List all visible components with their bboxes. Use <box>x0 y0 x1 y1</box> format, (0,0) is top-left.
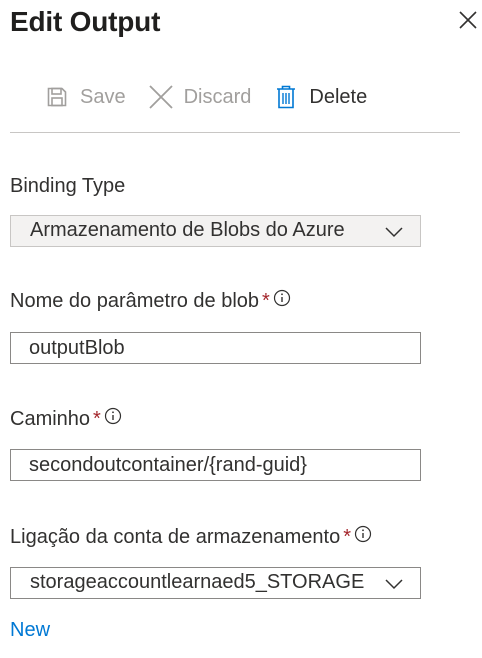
panel-title: Edit Output <box>10 6 161 37</box>
info-icon[interactable] <box>354 525 372 543</box>
command-bar: Save Discard Delete <box>44 80 389 114</box>
path-label-text: Caminho <box>10 408 91 430</box>
blob-parameter-label: Nome do parâmetro de blob * <box>10 289 291 313</box>
path-input[interactable] <box>29 450 409 480</box>
path-label: Caminho * <box>10 407 122 431</box>
save-icon <box>44 84 70 110</box>
trash-icon <box>273 84 299 110</box>
toolbar-divider <box>10 132 460 133</box>
blob-parameter-input-box[interactable] <box>10 332 421 364</box>
binding-type-label: Binding Type <box>10 175 125 198</box>
save-button[interactable]: Save <box>44 80 126 114</box>
discard-icon <box>148 84 174 110</box>
binding-type-dropdown[interactable]: Armazenamento de Blobs do Azure <box>10 215 421 247</box>
discard-label: Discard <box>183 85 252 108</box>
edit-output-panel: Edit Output Save Discard Delete Binding … <box>0 0 482 658</box>
storage-connection-label-text: Ligação da conta de armazenamento <box>10 526 341 548</box>
required-asterisk: * <box>262 290 270 312</box>
close-button[interactable] <box>456 8 480 32</box>
binding-type-label-text: Binding Type <box>10 175 126 197</box>
binding-type-value: Armazenamento de Blobs do Azure <box>30 219 345 241</box>
storage-connection-dropdown[interactable]: storageaccountlearnaed5_STORAGE <box>10 567 421 599</box>
close-icon <box>459 11 477 29</box>
chevron-down-icon <box>385 227 403 238</box>
info-icon[interactable] <box>273 289 291 307</box>
info-icon[interactable] <box>104 407 122 425</box>
storage-connection-value: storageaccountlearnaed5_STORAGE <box>30 571 365 593</box>
blob-parameter-label-text: Nome do parâmetro de blob <box>10 290 260 312</box>
save-label: Save <box>80 85 126 108</box>
path-input-box[interactable] <box>10 449 421 481</box>
new-connection-link[interactable]: New <box>10 619 50 642</box>
storage-connection-label: Ligação da conta de armazenamento * <box>10 525 372 549</box>
discard-button[interactable]: Discard <box>148 80 252 114</box>
blob-parameter-input[interactable] <box>29 333 409 363</box>
delete-label: Delete <box>309 85 368 108</box>
chevron-down-icon <box>385 579 403 590</box>
delete-button[interactable]: Delete <box>273 80 367 114</box>
required-asterisk: * <box>93 408 101 430</box>
required-asterisk: * <box>343 526 352 548</box>
